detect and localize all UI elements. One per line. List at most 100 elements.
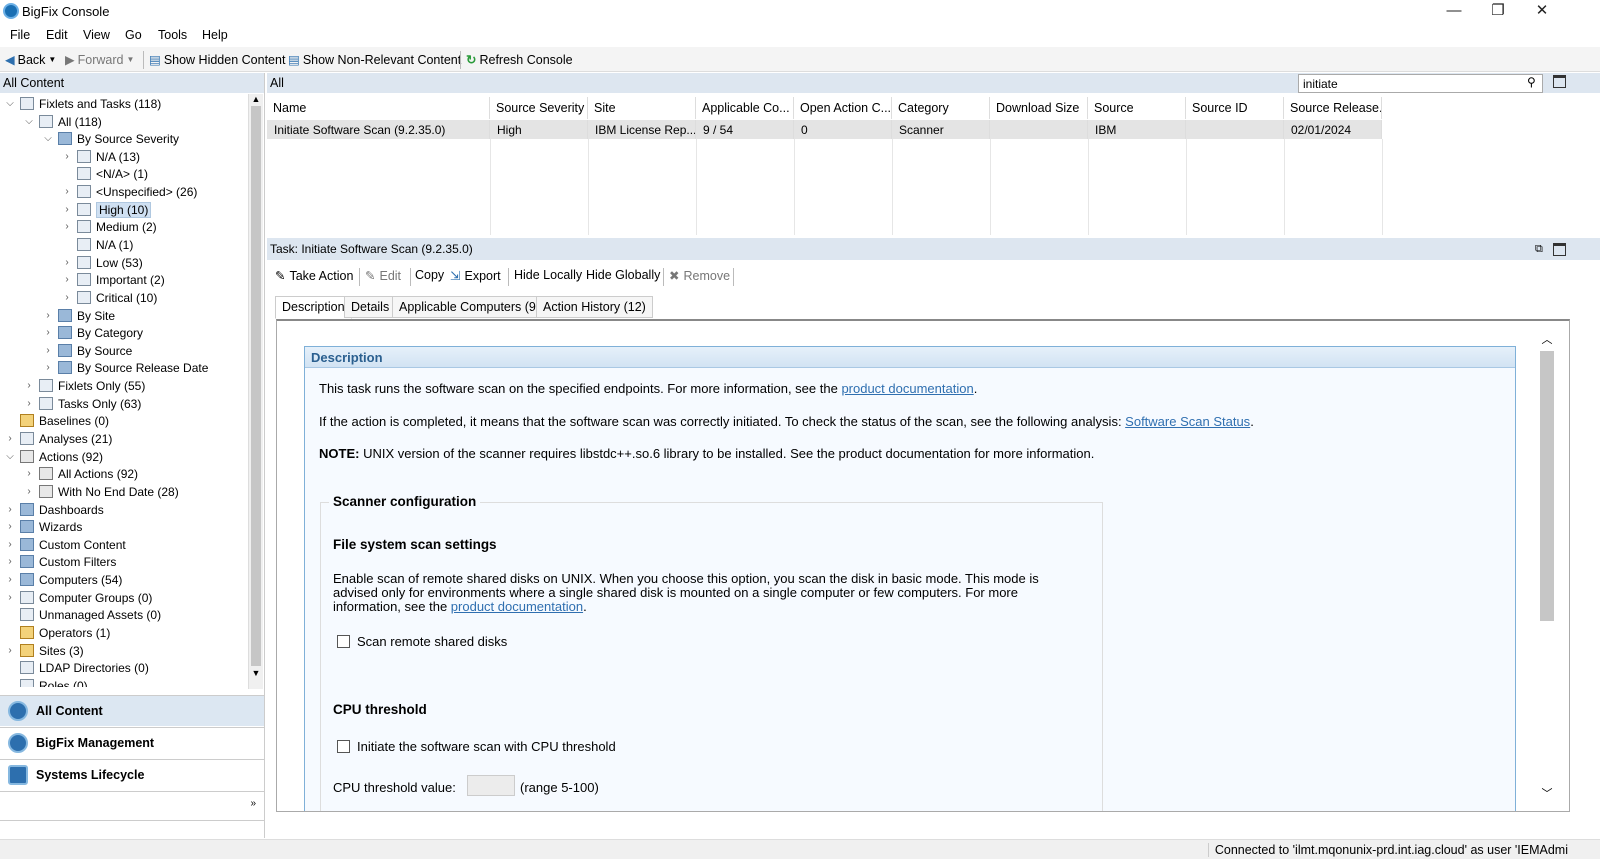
menu-file[interactable]: File [10, 28, 30, 42]
nav-overflow-button[interactable]: » [0, 791, 264, 821]
operator-icon [20, 626, 34, 639]
fixlet-icon [77, 203, 91, 216]
tree-item[interactable]: Unmanaged Assets (0) [4, 606, 161, 623]
tree-item-selected[interactable]: › High (10) [61, 201, 152, 218]
fixlet-icon [77, 256, 91, 269]
software-scan-status-link[interactable]: Software Scan Status [1125, 414, 1250, 429]
search-icon[interactable]: ⚲ [1527, 75, 1536, 89]
column-header-site[interactable]: Site [588, 97, 696, 119]
hide-globally-button[interactable]: Hide Globally [586, 268, 660, 282]
tree-item[interactable]: › Computer Groups (0) [4, 589, 152, 606]
column-header-release-date[interactable]: Source Release... [1284, 97, 1382, 119]
hide-locally-button[interactable]: Hide Locally [514, 268, 582, 282]
tree-item[interactable]: › By Source [42, 342, 132, 359]
tree-item[interactable]: ⌵ Actions (92) [4, 448, 103, 465]
description-paragraph-1: This task runs the software scan on the … [319, 381, 978, 396]
close-button[interactable]: ✕ [1520, 0, 1564, 24]
tree-item[interactable]: ⌵ By Source Severity [42, 130, 179, 147]
maximize-button[interactable]: ❐ [1476, 0, 1520, 24]
tree-item[interactable]: ⌵ All (118) [23, 113, 102, 130]
cpu-threshold-checkbox[interactable] [337, 740, 350, 753]
tree-item[interactable]: › With No End Date (28) [23, 483, 178, 500]
edit-button[interactable]: ✎ Edit [365, 268, 401, 284]
column-header-source-id[interactable]: Source ID [1186, 97, 1284, 119]
column-header-open-action[interactable]: Open Action C... [794, 97, 892, 119]
tree-item[interactable]: <N/A> (1) [61, 165, 148, 182]
column-header-source[interactable]: Source [1088, 97, 1186, 119]
column-header-severity[interactable]: Source Severity [490, 97, 588, 119]
product-documentation-link[interactable]: product documentation [451, 599, 583, 614]
tree-item[interactable]: › Dashboards [4, 501, 103, 518]
globe-icon [8, 733, 28, 753]
tree-item[interactable]: › Analyses (21) [4, 430, 112, 447]
cpu-threshold-input[interactable] [467, 775, 515, 796]
search-input[interactable]: initiate [1298, 74, 1543, 93]
tree-item[interactable]: › Custom Filters [4, 553, 116, 570]
show-hidden-content-button[interactable]: ▤ Show Hidden Content [149, 52, 285, 68]
undock-icon[interactable]: ⧉ [1535, 243, 1543, 256]
scan-remote-disks-checkbox[interactable] [337, 635, 350, 648]
nav-all-content[interactable]: All Content [0, 695, 264, 726]
tab-description[interactable]: Description [275, 296, 352, 319]
tree-item[interactable]: › All Actions (92) [23, 465, 138, 482]
tree-item[interactable]: › Wizards [4, 518, 82, 535]
left-navigation-panel: All Content ⌵ Fixlets and Tasks (118) ⌵ Al… [0, 73, 265, 838]
tree-item[interactable]: › Low (53) [61, 254, 142, 271]
menu-help[interactable]: Help [202, 28, 228, 42]
remove-button[interactable]: ✖ Remove [669, 268, 730, 284]
tab-details[interactable]: Details [344, 296, 397, 318]
tree-item[interactable]: › Custom Content [4, 536, 125, 553]
action-icon [20, 450, 34, 463]
tree-item[interactable]: › Computers (54) [4, 571, 122, 588]
forward-button[interactable]: ▶ Forward ▼ [65, 52, 134, 68]
tab-action-history[interactable]: Action History (12) [536, 296, 653, 318]
cell-category: Scanner [892, 120, 990, 139]
toolbar-separator [460, 51, 461, 69]
nav-bigfix-management[interactable]: BigFix Management [0, 727, 264, 758]
take-action-button[interactable]: ✎ Take Action [275, 268, 353, 284]
tree-item[interactable]: LDAP Directories (0) [4, 659, 149, 676]
menu-go[interactable]: Go [125, 28, 142, 42]
menu-bar: File Edit View Go Tools Help [0, 24, 1600, 46]
tree-item[interactable]: › Critical (10) [61, 289, 157, 306]
tree-item[interactable]: › Important (2) [61, 271, 164, 288]
tree-item[interactable]: › By Source Release Date [42, 359, 208, 376]
product-documentation-link[interactable]: product documentation [841, 381, 973, 396]
copy-button[interactable]: Copy [415, 268, 444, 282]
tree-item[interactable]: ⌵ Fixlets and Tasks (118) [4, 95, 161, 112]
export-button[interactable]: ⇲ Export [450, 268, 501, 284]
tree-item[interactable]: N/A (1) [61, 236, 133, 253]
description-header: Description [305, 347, 1515, 368]
show-non-relevant-content-button[interactable]: ▤ Show Non-Relevant Content [288, 52, 461, 68]
site-icon [20, 644, 34, 657]
content-scrollbar[interactable]: ︿ ﹀ [1539, 331, 1555, 801]
refresh-console-button[interactable]: ↻ Refresh Console [466, 52, 573, 68]
tree-item[interactable]: › Sites (3) [4, 642, 83, 659]
tree-scrollbar[interactable]: ▲ ▼ [248, 94, 263, 689]
menu-edit[interactable]: Edit [46, 28, 68, 42]
maximize-pane-icon[interactable] [1553, 243, 1566, 256]
note-paragraph: NOTE: UNIX version of the scanner requir… [319, 446, 1095, 461]
title-bar: BigFix Console — ❐ ✕ [0, 0, 1600, 24]
column-header-applicable[interactable]: Applicable Co... [696, 97, 794, 119]
tree-item[interactable]: › Fixlets Only (55) [23, 377, 145, 394]
column-header-name[interactable]: Name [267, 97, 490, 119]
column-header-category[interactable]: Category [892, 97, 990, 119]
menu-tools[interactable]: Tools [158, 28, 187, 42]
nav-systems-lifecycle[interactable]: Systems Lifecycle [0, 759, 264, 790]
column-header-download-size[interactable]: Download Size [990, 97, 1088, 119]
back-button[interactable]: ◀ Back ▼ [5, 52, 56, 68]
tree-item[interactable]: › By Site [42, 307, 115, 324]
tree-item[interactable]: › <Unspecified> (26) [61, 183, 197, 200]
tree-item[interactable]: › By Category [42, 324, 143, 341]
tree-item[interactable]: › Tasks Only (63) [23, 395, 141, 412]
tree-item[interactable]: Operators (1) [4, 624, 110, 641]
tree-item[interactable]: › N/A (13) [61, 148, 140, 165]
maximize-pane-icon[interactable] [1553, 75, 1566, 88]
tree-item[interactable]: Roles (0) [4, 677, 88, 687]
tree-item[interactable]: Baselines (0) [4, 412, 109, 429]
tree-item[interactable]: › Medium (2) [61, 218, 156, 235]
tab-applicable-computers[interactable]: Applicable Computers (9) [392, 296, 548, 318]
minimize-button[interactable]: — [1432, 0, 1476, 24]
menu-view[interactable]: View [83, 28, 110, 42]
